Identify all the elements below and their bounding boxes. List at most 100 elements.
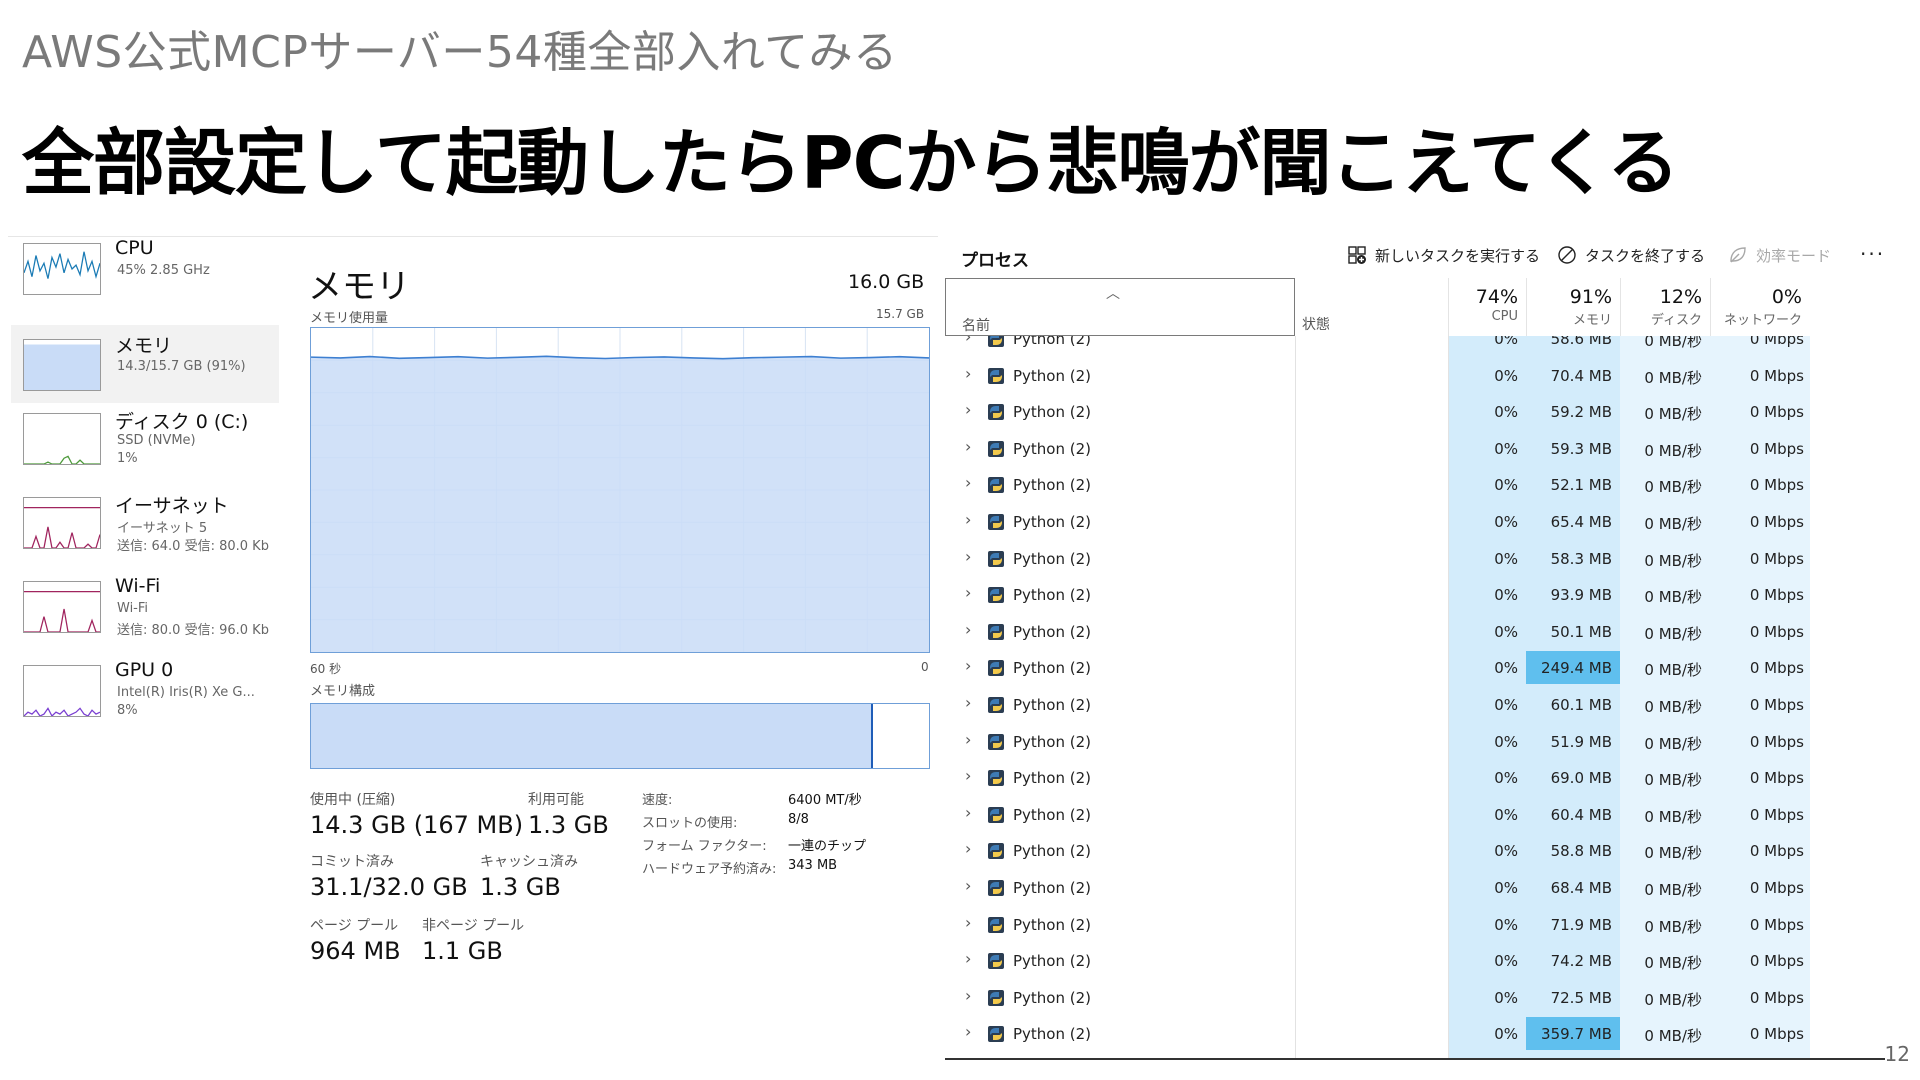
process-mem-value: 59.2 MB: [1550, 403, 1612, 422]
new-task-label: 新しいタスクを実行する: [1375, 246, 1541, 265]
process-mem-value: 249.4 MB: [1541, 659, 1612, 678]
chevron-right-icon[interactable]: ›: [965, 876, 971, 895]
chevron-right-icon[interactable]: ›: [965, 473, 971, 492]
chevron-right-icon[interactable]: ›: [965, 583, 971, 602]
process-disk-value: 0 MB/秒: [1644, 624, 1702, 643]
chevron-right-icon[interactable]: ›: [965, 364, 971, 383]
process-row[interactable]: › Python (2) 0% 65.4 MB 0 MB/秒 0 Mbps: [945, 503, 1885, 540]
sidebar-item-memory[interactable]: メモリ 14.3/15.7 GB (91%): [11, 325, 279, 403]
process-row[interactable]: › Python (2) 0% 58.8 MB 0 MB/秒 0 Mbps: [945, 832, 1885, 869]
process-cpu-value: 0%: [1494, 659, 1518, 678]
process-row[interactable]: › Python (2) 0% 93.9 MB 0 MB/秒 0 Mbps: [945, 576, 1885, 613]
nonpaged-pool-value: 1.1 GB: [422, 937, 503, 965]
process-mem-value: 71.9 MB: [1550, 915, 1612, 934]
process-row[interactable]: › Python (2) 0% 69.0 MB 0 MB/秒 0 Mbps: [945, 759, 1885, 796]
chevron-right-icon[interactable]: ›: [965, 547, 971, 566]
chevron-right-icon[interactable]: ›: [965, 986, 971, 1005]
process-name: Python (2): [1013, 439, 1092, 458]
process-row[interactable]: › Python (2) 0% 50.1 MB 0 MB/秒 0 Mbps: [945, 613, 1885, 650]
process-name: Python (2): [1013, 403, 1092, 422]
sidebar-item-ethernet[interactable]: イーサネット イーサネット 5 送信: 64.0 受信: 80.0 Kb: [11, 491, 279, 569]
process-row[interactable]: › Python (2) 0% 68.4 MB 0 MB/秒 0 Mbps: [945, 869, 1885, 906]
process-disk-value: 0 MB/秒: [1644, 441, 1702, 460]
process-row[interactable]: › Python (2) 0% 60.4 MB 0 MB/秒 0 Mbps: [945, 796, 1885, 833]
sidebar-item-name: イーサネット: [115, 495, 229, 517]
process-row[interactable]: › Python (2) 0% 58.3 MB 0 MB/秒 0 Mbps: [945, 540, 1885, 577]
process-name: Python (2): [1013, 952, 1092, 971]
cached-value: 1.3 GB: [480, 873, 561, 901]
chevron-right-icon[interactable]: ›: [965, 620, 971, 639]
disk-total-percent: 12%: [1659, 286, 1702, 308]
new-task-button[interactable]: 新しいタスクを実行する: [1347, 240, 1540, 270]
process-row[interactable]: › Python (2) 0% 249.4 MB 0 MB/秒 0 Mbps: [945, 649, 1885, 686]
python-icon: [988, 697, 1004, 713]
process-mem-value: 52.1 MB: [1550, 476, 1612, 495]
process-net-value: 0 Mbps: [1749, 879, 1804, 897]
process-row[interactable]: › Python (2) 0% 59.2 MB 0 MB/秒 0 Mbps: [945, 393, 1885, 430]
graph-axis-right: 0: [921, 660, 929, 674]
process-mem-value: 74.2 MB: [1550, 952, 1612, 971]
sidebar-item-detail: 14.3/15.7 GB (91%): [117, 359, 246, 374]
chevron-right-icon[interactable]: ›: [965, 913, 971, 932]
thumbnail-chart: [24, 344, 100, 390]
chevron-right-icon[interactable]: ›: [965, 1022, 971, 1041]
process-row[interactable]: › Python (2) 0% 359.7 MB 0 MB/秒 0 Mbps: [945, 1015, 1885, 1052]
disk-column-header[interactable]: 12% ディスク: [1620, 278, 1710, 336]
process-row[interactable]: › Python (2) 0% 72.5 MB 0 MB/秒 0 Mbps: [945, 979, 1885, 1016]
chevron-right-icon[interactable]: ›: [965, 803, 971, 822]
process-disk-value: 0 MB/秒: [1644, 588, 1702, 607]
disk-column-label: ディスク: [1650, 313, 1702, 328]
end-task-button[interactable]: タスクを終了する: [1557, 240, 1705, 270]
process-cpu-value: 0%: [1494, 1025, 1518, 1044]
process-row[interactable]: › Python (2) 0% 52.1 MB 0 MB/秒 0 Mbps: [945, 466, 1885, 503]
process-row[interactable]: › Python (2) 0% 70.4 MB 0 MB/秒 0 Mbps: [945, 357, 1885, 394]
sidebar-item-wifi[interactable]: Wi-Fi Wi-Fi 送信: 80.0 受信: 96.0 Kb: [11, 575, 279, 653]
chevron-right-icon[interactable]: ›: [965, 400, 971, 419]
process-row[interactable]: › Python (2) 0% 58.6 MB 0 MB/秒 0 Mbps: [945, 336, 1885, 357]
memory-composition-used: [311, 704, 874, 768]
sidebar-item-gpu[interactable]: GPU 0 Intel(R) Iris(R) Xe G... 8%: [11, 659, 279, 737]
process-name: Python (2): [1013, 586, 1092, 605]
python-icon: [988, 770, 1004, 787]
sidebar-item-cpu[interactable]: CPU 45% 2.85 GHz: [11, 237, 279, 315]
sidebar-item-name: GPU 0: [115, 659, 174, 681]
process-cpu-value: 0%: [1494, 622, 1518, 641]
more-options-button[interactable]: ···: [1860, 242, 1885, 266]
chevron-right-icon[interactable]: ›: [965, 693, 971, 712]
chevron-right-icon[interactable]: ›: [965, 437, 971, 456]
spec-value: 343 MB: [788, 858, 838, 873]
process-name: Python (2): [1013, 769, 1092, 788]
process-cpu-value: 0%: [1494, 549, 1518, 568]
process-disk-value: 0 MB/秒: [1644, 917, 1702, 936]
processes-panel: プロセス 新しいタスクを実行する タスクを終了する 効率モード ··· ︿ 名前…: [945, 228, 1885, 1068]
sidebar-item-disk[interactable]: ディスク 0 (C:) SSD (NVMe) 1%: [11, 407, 279, 485]
chevron-right-icon[interactable]: ›: [965, 656, 971, 675]
process-net-value: 0 Mbps: [1749, 336, 1804, 348]
process-row[interactable]: › Python (2) 0% 51.9 MB 0 MB/秒 0 Mbps: [945, 723, 1885, 760]
memory-column-header[interactable]: 91% メモリ: [1526, 278, 1620, 336]
process-name: Python (2): [1013, 622, 1092, 641]
process-net-value: 0 Mbps: [1749, 842, 1804, 861]
python-icon: [988, 514, 1004, 530]
chevron-right-icon[interactable]: ›: [965, 839, 971, 858]
network-column-header[interactable]: 0% ネットワーク: [1710, 278, 1810, 336]
chevron-right-icon[interactable]: ›: [965, 336, 971, 346]
chevron-right-icon[interactable]: ›: [965, 949, 971, 968]
python-icon: [988, 733, 1004, 750]
chevron-right-icon[interactable]: ›: [965, 510, 971, 529]
name-column-header[interactable]: ︿ 名前: [945, 278, 1295, 336]
chevron-right-icon[interactable]: ›: [965, 766, 971, 785]
process-row[interactable]: › Python (2) 0% 71.9 MB 0 MB/秒 0 Mbps: [945, 906, 1885, 943]
efficiency-mode-button[interactable]: 効率モード: [1728, 240, 1831, 270]
process-mem-value: 58.6 MB: [1550, 336, 1612, 348]
process-row[interactable]: › Python (2) 0% 60.1 MB 0 MB/秒 0 Mbps: [945, 686, 1885, 723]
python-icon: [988, 989, 1004, 1006]
process-list: › Python (2) 0% 58.6 MB 0 MB/秒 0 Mbps › Python …: [945, 336, 1885, 1058]
status-column-header[interactable]: 状態: [1302, 314, 1330, 334]
process-row[interactable]: › Python (2) 0% 74.2 MB 0 MB/秒 0 Mbps: [945, 942, 1885, 979]
chevron-right-icon[interactable]: ›: [965, 730, 971, 749]
process-net-value: 0 Mbps: [1749, 586, 1804, 605]
process-cpu-value: 0%: [1494, 988, 1518, 1007]
cpu-column-header[interactable]: 74% CPU: [1448, 278, 1526, 336]
process-row[interactable]: › Python (2) 0% 59.3 MB 0 MB/秒 0 Mbps: [945, 430, 1885, 467]
